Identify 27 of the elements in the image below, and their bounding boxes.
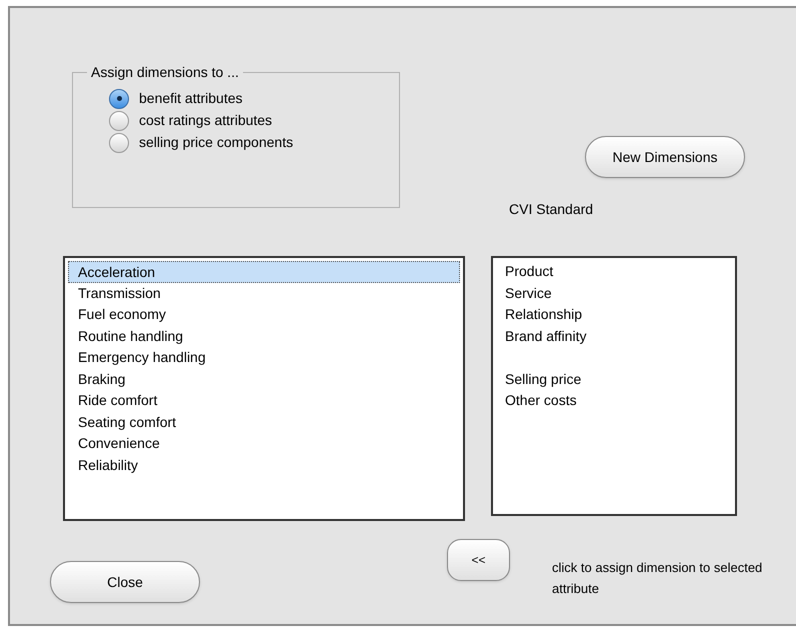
attribute-item[interactable]: Acceleration xyxy=(68,261,460,282)
radio-button[interactable] xyxy=(109,88,129,108)
attribute-item[interactable]: Fuel economy xyxy=(68,304,460,326)
radio-option[interactable]: cost ratings attributes xyxy=(109,111,399,130)
dimension-set-label: CVI Standard xyxy=(509,200,594,218)
close-button[interactable]: Close xyxy=(50,561,200,603)
radio-option[interactable]: selling price components xyxy=(109,133,399,152)
attribute-item[interactable]: Ride comfort xyxy=(68,390,460,412)
dimension-item[interactable]: Brand affinity xyxy=(505,326,586,347)
new-dimensions-button[interactable]: New Dimensions xyxy=(585,136,745,178)
radio-button[interactable] xyxy=(109,132,129,152)
attribute-item[interactable]: Braking xyxy=(68,368,460,390)
dimension-item[interactable]: Selling price xyxy=(505,368,582,390)
attribute-item[interactable]: Convenience xyxy=(68,433,460,454)
attribute-item[interactable]: Transmission xyxy=(68,282,460,304)
dimension-item[interactable]: Service xyxy=(505,282,552,304)
attribute-item[interactable]: Seating comfort xyxy=(68,412,460,433)
dimension-item[interactable]: Product xyxy=(505,261,554,282)
radio-option[interactable]: benefit attributes xyxy=(109,89,399,108)
assign-button[interactable]: << xyxy=(447,539,510,581)
dimension-item[interactable]: Relationship xyxy=(505,304,582,326)
dimension-item[interactable]: Other costs xyxy=(505,390,577,412)
attribute-item[interactable]: Emergency handling xyxy=(68,347,460,368)
assign-hint-text: click to assign dimension to selected attribute xyxy=(552,559,764,598)
radio-button[interactable] xyxy=(109,110,129,130)
attribute-item[interactable]: Routine handling xyxy=(68,326,460,347)
attribute-item[interactable]: Reliability xyxy=(68,454,460,476)
